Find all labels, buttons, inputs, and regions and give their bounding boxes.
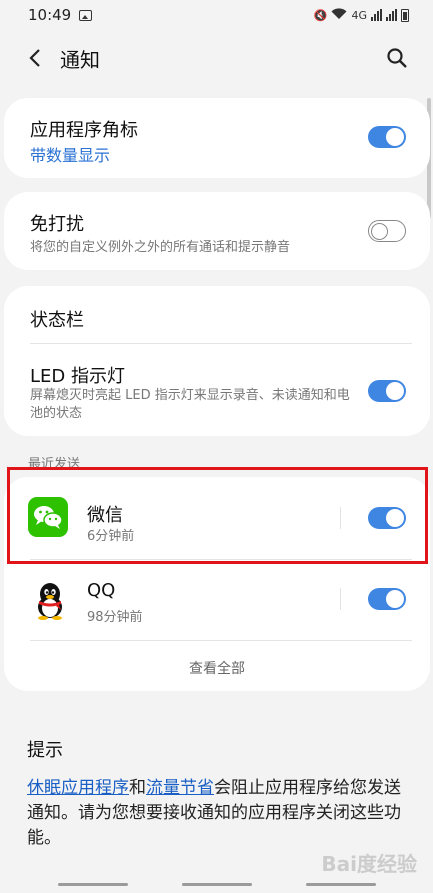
tips-body: 休眠应用程序和流量节省会阻止应用程序给您发送通知。请为您想要接收通知的应用程序关… (27, 778, 401, 848)
data-saver-link[interactable]: 流量节省 (146, 778, 214, 798)
app-row-qq[interactable]: QQ 98分钟前 (4, 560, 430, 640)
app-badge-toggle[interactable] (368, 126, 406, 148)
page-title: 通知 (60, 47, 100, 72)
wifi-icon (331, 7, 347, 23)
battery-icon (401, 8, 409, 22)
led-indicator-toggle[interactable] (368, 380, 406, 402)
gallery-notification-icon (79, 9, 93, 21)
nav-recents-hint[interactable] (58, 883, 128, 886)
vertical-separator (340, 588, 341, 610)
watermark: Bai度经验 (321, 852, 417, 876)
nav-back-hint[interactable] (306, 883, 376, 886)
dnd-subtitle: 将您的自定义例外之外的所有通话和提示静音 (30, 240, 291, 255)
status-bar: 10:49 🔇 4G (0, 0, 433, 30)
led-indicator-title: LED 指示灯 (30, 366, 125, 387)
network-type-label: 4G (351, 8, 367, 22)
app-header: 通知 (0, 36, 433, 80)
dnd-title: 免打扰 (30, 214, 84, 235)
sleeping-apps-link[interactable]: 休眠应用程序 (27, 778, 129, 798)
chevron-left-icon (29, 49, 40, 67)
signal-icon (371, 9, 382, 21)
divider (30, 640, 412, 641)
mute-icon: 🔇 (313, 8, 328, 22)
app-badge-card[interactable]: 应用程序角标 带数量显示 (4, 98, 430, 178)
search-icon (387, 48, 407, 68)
clock: 10:49 (28, 6, 72, 24)
status-bar-settings-item[interactable]: 状态栏 (30, 306, 84, 332)
app-name: QQ (87, 580, 116, 601)
navigation-bar (0, 883, 433, 887)
tips-title: 提示 (27, 740, 63, 761)
nav-home-hint[interactable] (182, 883, 252, 886)
back-button[interactable] (22, 43, 48, 73)
qq-penguin-icon (38, 583, 62, 620)
qq-toggle[interactable] (368, 588, 406, 610)
search-button[interactable] (383, 44, 411, 72)
do-not-disturb-card[interactable]: 免打扰 将您的自定义例外之外的所有通话和提示静音 (4, 192, 430, 270)
highlight-box (7, 467, 428, 564)
signal-icon-2 (386, 9, 397, 21)
view-all-button[interactable]: 查看全部 (4, 658, 430, 678)
status-bar-card: 状态栏 LED 指示灯 屏幕熄灭时亮起 LED 指示灯来显示录音、未读通知和电池… (4, 286, 430, 436)
dnd-toggle[interactable] (368, 220, 406, 242)
divider (30, 343, 412, 344)
app-last-sent: 98分钟前 (87, 610, 143, 625)
status-icons: 🔇 4G (313, 7, 409, 23)
app-badge-subtitle: 带数量显示 (30, 146, 111, 165)
led-indicator-subtitle: 屏幕熄灭时亮起 LED 指示灯来显示录音、未读通知和电池的状态 (30, 388, 350, 421)
